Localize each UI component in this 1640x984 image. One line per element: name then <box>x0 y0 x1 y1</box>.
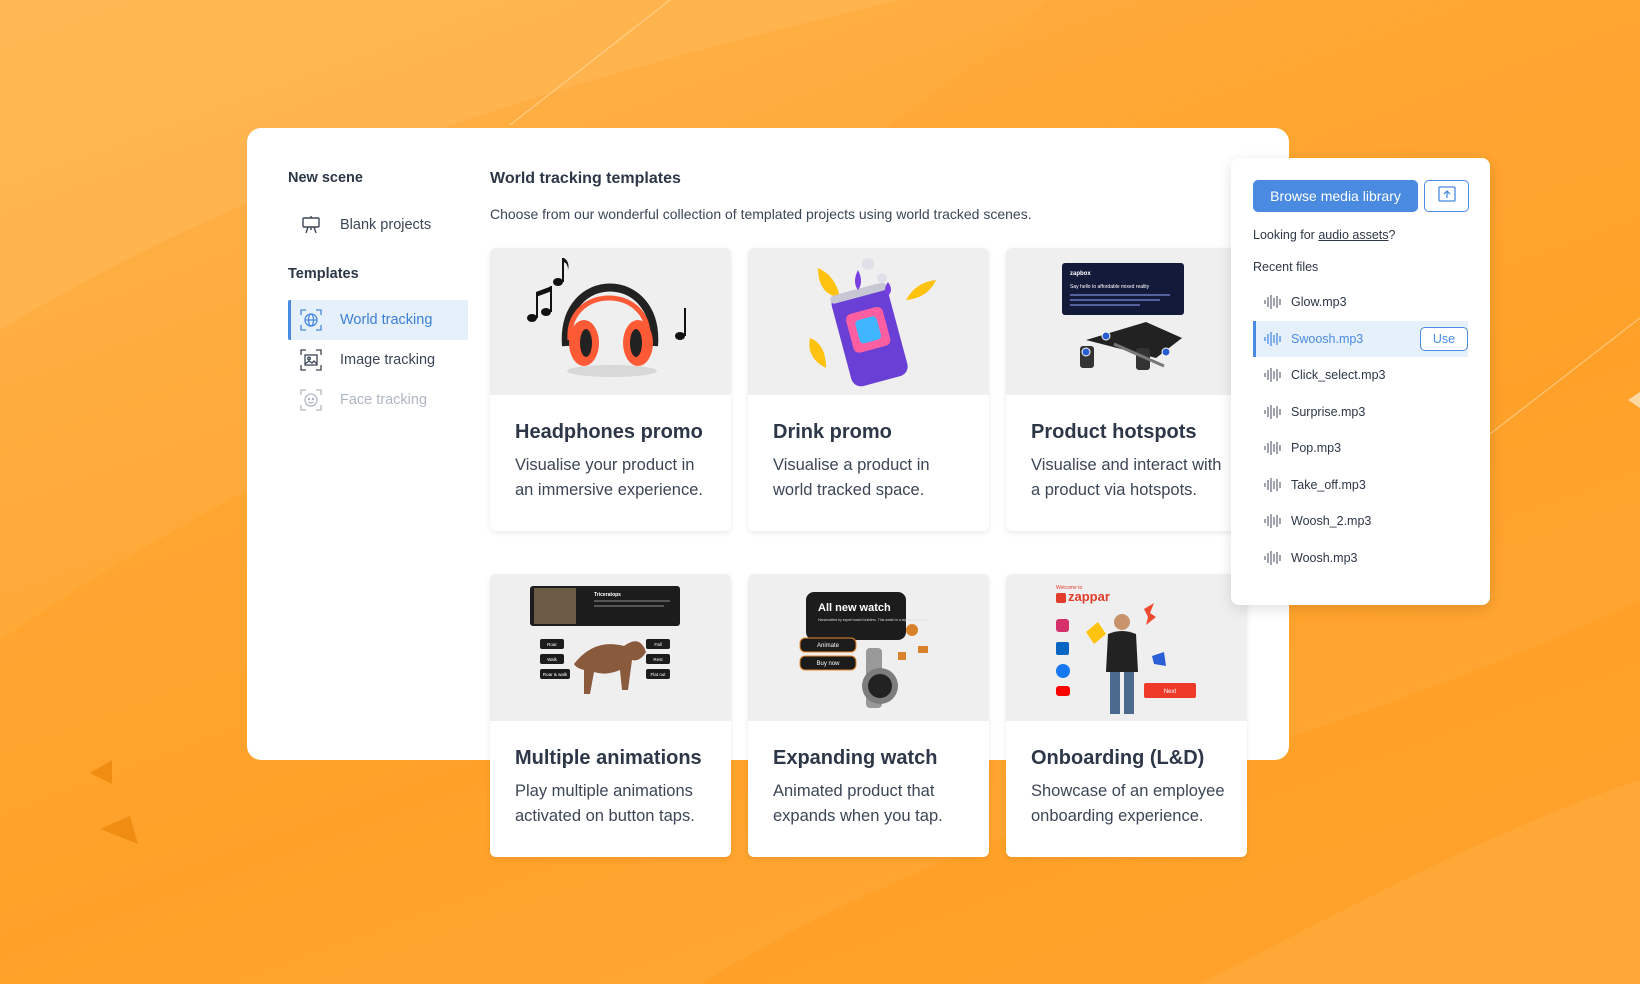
file-item-woosh-2[interactable]: Woosh_2.mp3 <box>1253 503 1468 540</box>
media-library-panel: Browse media library Looking for audio a… <box>1231 158 1490 605</box>
template-card-expanding-watch[interactable]: All new watch Handcrafted by expert watc… <box>748 574 989 857</box>
file-name: Glow.mp3 <box>1291 295 1347 310</box>
dino-info-title: Triceratops <box>594 592 621 598</box>
watch-thumbnail: All new watch Handcrafted by expert watc… <box>748 574 989 721</box>
dino-button-label: Rest <box>653 657 663 662</box>
file-name: Take_off.mp3 <box>1291 477 1366 492</box>
file-item-glow[interactable]: Glow.mp3 <box>1253 284 1468 321</box>
watch-description: Handcrafted by expert watch builders. Th… <box>818 618 930 622</box>
sidebar: New scene Blank projects Templates World… <box>288 170 468 420</box>
audio-waveform-icon <box>1264 295 1281 310</box>
card-description: Visualise and interact with a product vi… <box>1031 456 1222 499</box>
image-scan-icon <box>300 349 322 371</box>
file-name: Surprise.mp3 <box>1291 404 1366 419</box>
upload-icon <box>1437 185 1456 207</box>
card-title: Onboarding (L&D) <box>1031 747 1205 769</box>
template-card-onboarding[interactable]: Welcome to zappar Next Onboarding (L&D) … <box>1006 574 1247 857</box>
card-description: Animated product that expands when you t… <box>773 782 943 825</box>
sidebar-item-label: Face tracking <box>340 392 428 408</box>
dinosaur-thumbnail: Triceratops Roar Walk Roar & walk Fall R… <box>490 574 731 721</box>
template-card-drink[interactable]: Drink promo Visualise a product in world… <box>748 248 989 531</box>
presentation-board-icon <box>300 214 322 236</box>
audio-waveform-icon <box>1264 477 1281 492</box>
sidebar-item-world-tracking[interactable]: World tracking <box>288 300 468 340</box>
file-item-surprise[interactable]: Surprise.mp3 <box>1253 394 1468 431</box>
person-thumbnail: Welcome to zappar Next <box>1006 574 1247 721</box>
audio-assets-link[interactable]: audio assets <box>1318 228 1388 242</box>
file-name: Woosh_2.mp3 <box>1291 514 1372 529</box>
sidebar-item-image-tracking[interactable]: Image tracking <box>288 340 468 380</box>
hint-prefix: Looking for <box>1253 228 1319 242</box>
template-card-product-hotspots[interactable]: zapbox Say hello to affordable mixed rea… <box>1006 248 1247 531</box>
watch-heading: All new watch <box>818 602 891 614</box>
card-description: Visualise a product in world tracked spa… <box>773 456 930 499</box>
upload-button[interactable] <box>1424 180 1469 212</box>
sidebar-item-label: World tracking <box>340 312 433 328</box>
card-description: Visualise your product in an immersive e… <box>515 456 703 499</box>
sidebar-item-face-tracking[interactable]: Face tracking <box>288 380 468 420</box>
sidebar-item-label: Image tracking <box>340 352 436 368</box>
use-file-button[interactable]: Use <box>1420 326 1468 351</box>
file-item-woosh[interactable]: Woosh.mp3 <box>1253 540 1468 577</box>
recent-files-label: Recent files <box>1253 260 1319 274</box>
dino-button-label: Fall <box>654 642 661 647</box>
file-item-pop[interactable]: Pop.mp3 <box>1253 430 1468 467</box>
audio-waveform-icon <box>1264 514 1281 529</box>
audio-waveform-icon <box>1264 331 1281 346</box>
sidebar-item-label: Blank projects <box>340 217 432 233</box>
onboarding-next-label: Next <box>1164 689 1177 695</box>
card-title: Product hotspots <box>1031 421 1197 443</box>
audio-waveform-icon <box>1264 404 1281 419</box>
templates-content: World tracking templates Choose from our… <box>490 170 1032 224</box>
card-description: Play multiple animations activated on bu… <box>515 782 695 825</box>
onboarding-brand: zappar <box>1068 589 1110 604</box>
page-subtitle: Choose from our wonderful collection of … <box>490 206 1032 222</box>
card-title: Drink promo <box>773 421 892 443</box>
zapbox-tagline: Say hello to affordable mixed reality <box>1070 284 1150 290</box>
dino-button-label: Walk <box>547 657 558 662</box>
recent-files-list: Glow.mp3 Swoosh.mp3 Use Click_select.mp3… <box>1253 284 1468 576</box>
watch-buy-label: Buy now <box>816 661 840 667</box>
file-name: Woosh.mp3 <box>1291 550 1358 565</box>
file-item-click-select[interactable]: Click_select.mp3 <box>1253 357 1468 394</box>
hint-suffix: ? <box>1388 228 1396 242</box>
file-name: Click_select.mp3 <box>1291 368 1386 383</box>
browse-media-library-button[interactable]: Browse media library <box>1253 180 1418 212</box>
card-title: Headphones promo <box>515 421 703 443</box>
headset-hotspots-thumbnail: zapbox Say hello to affordable mixed rea… <box>1006 248 1247 395</box>
page-title: World tracking templates <box>490 170 681 187</box>
templates-heading: Templates <box>288 266 359 282</box>
template-card-headphones[interactable]: Headphones promo Visualise your product … <box>490 248 731 531</box>
file-item-take-off[interactable]: Take_off.mp3 <box>1253 467 1468 504</box>
new-scene-heading: New scene <box>288 170 363 186</box>
dino-button-label: Roar & walk <box>543 672 568 677</box>
watch-animate-label: Animate <box>817 643 840 649</box>
audio-waveform-icon <box>1264 550 1281 565</box>
audio-waveform-icon <box>1264 441 1281 456</box>
audio-assets-hint: Looking for audio assets? <box>1253 228 1395 242</box>
dino-button-label: Flat out <box>650 672 666 677</box>
card-description: Showcase of an employee onboarding exper… <box>1031 782 1225 825</box>
sidebar-item-blank-projects[interactable]: Blank projects <box>288 205 468 245</box>
file-item-swoosh[interactable]: Swoosh.mp3 Use <box>1253 320 1468 357</box>
audio-waveform-icon <box>1264 368 1281 383</box>
globe-scan-icon <box>300 309 322 331</box>
file-name: Swoosh.mp3 <box>1291 331 1364 346</box>
zapbox-logo: zapbox <box>1070 271 1091 277</box>
template-card-multiple-animations[interactable]: Triceratops Roar Walk Roar & walk Fall R… <box>490 574 731 857</box>
file-name: Pop.mp3 <box>1291 441 1342 456</box>
drink-can-thumbnail <box>748 248 989 395</box>
card-title: Multiple animations <box>515 747 702 769</box>
face-scan-icon <box>300 389 322 411</box>
headphones-thumbnail <box>490 248 731 395</box>
card-title: Expanding watch <box>773 747 938 769</box>
dino-button-label: Roar <box>547 642 557 647</box>
